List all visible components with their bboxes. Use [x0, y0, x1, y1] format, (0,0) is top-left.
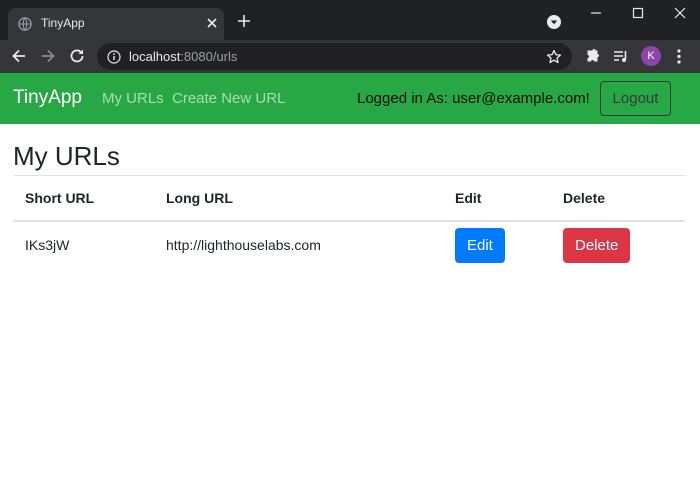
edit-button[interactable]: Edit: [455, 227, 505, 263]
nav-link-my-urls[interactable]: My URLs: [102, 90, 164, 107]
header-long-url: Long URL: [154, 176, 443, 222]
tab-search-icon[interactable]: [546, 14, 562, 30]
close-tab-icon[interactable]: [204, 15, 220, 31]
url-text: localhost:8080/urls: [129, 49, 237, 64]
header-short-url: Short URL: [13, 176, 154, 222]
browser-tab-strip: TinyApp: [0, 0, 700, 40]
maximize-icon[interactable]: [630, 5, 646, 21]
nav-link-create-new-url[interactable]: Create New URL: [172, 90, 285, 107]
media-playlist-icon[interactable]: [612, 48, 629, 65]
delete-cell: Delete: [551, 221, 685, 268]
url-path: :8080/urls: [180, 49, 238, 64]
forward-arrow-icon[interactable]: [39, 47, 57, 65]
minimize-icon[interactable]: [588, 5, 604, 21]
tab-title: TinyApp: [41, 16, 85, 30]
header-delete: Delete: [551, 176, 685, 222]
address-bar[interactable]: localhost:8080/urls: [97, 43, 572, 70]
extensions-puzzle-icon[interactable]: [584, 48, 601, 65]
brand-logo[interactable]: TinyApp: [13, 87, 82, 109]
url-host: localhost: [129, 49, 181, 64]
table-header-row: Short URL Long URL Edit Delete: [13, 176, 685, 222]
header-edit: Edit: [443, 176, 551, 222]
info-icon[interactable]: [107, 50, 121, 64]
table-row: IKs3jW http://lighthouselabs.com Edit De…: [13, 221, 685, 268]
new-tab-icon[interactable]: [236, 13, 252, 29]
delete-button[interactable]: Delete: [563, 227, 631, 263]
close-window-icon[interactable]: [672, 5, 688, 21]
globe-icon: [18, 17, 32, 31]
long-url-cell: http://lighthouselabs.com: [166, 237, 321, 253]
edit-cell: Edit: [443, 221, 551, 268]
app-navbar: TinyApp My URLs Create New URL Logged in…: [0, 73, 700, 124]
urls-table: Short URL Long URL Edit Delete IKs3jW ht…: [13, 176, 685, 268]
back-arrow-icon[interactable]: [10, 47, 28, 65]
profile-avatar[interactable]: K: [641, 46, 661, 66]
reload-icon[interactable]: [68, 47, 86, 65]
logged-in-text: Logged in As: user@example.com!: [357, 90, 590, 107]
bookmark-star-icon[interactable]: [546, 49, 562, 65]
browser-toolbar: localhost:8080/urls K: [0, 40, 700, 73]
browser-tab[interactable]: TinyApp: [8, 8, 224, 40]
kebab-menu-icon[interactable]: [676, 48, 682, 65]
page-title: My URLs: [13, 141, 120, 171]
short-url-cell: IKs3jW: [25, 237, 70, 253]
logout-button[interactable]: Logout: [600, 81, 671, 116]
